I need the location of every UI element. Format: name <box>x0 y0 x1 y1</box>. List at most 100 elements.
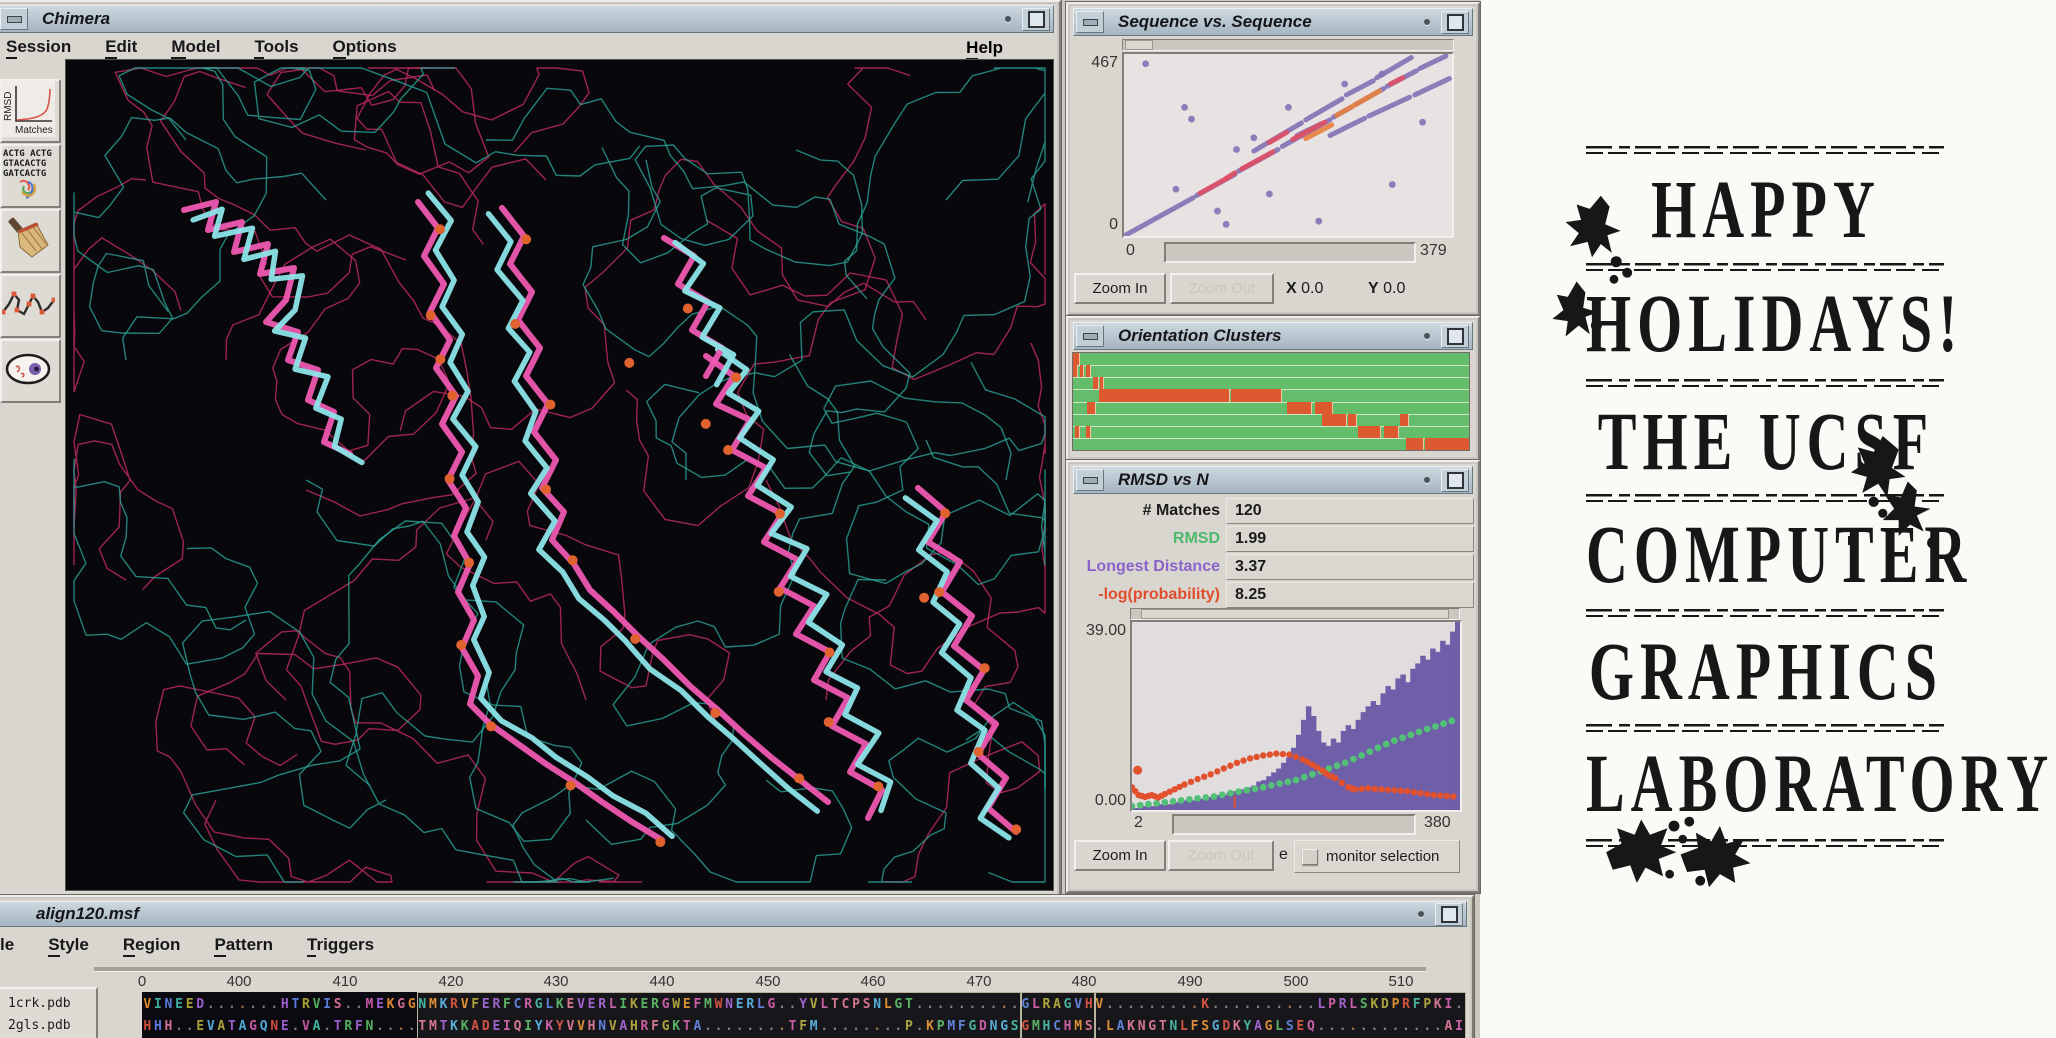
maximize-button[interactable] <box>1441 469 1469 492</box>
x-coord-label: X 0.0 <box>1286 280 1323 298</box>
ruler-label-460: 460 <box>860 973 885 990</box>
window-title: Sequence vs. Sequence <box>1118 12 1312 32</box>
zoom-out-button[interactable]: Zoom Out <box>1168 840 1274 871</box>
molecule-canvas[interactable] <box>65 59 1054 891</box>
minimize-button[interactable] <box>0 8 28 30</box>
x-axis-trough[interactable] <box>1172 814 1416 835</box>
ruler-label-470: 470 <box>966 973 991 990</box>
maximize-button[interactable] <box>1441 11 1469 34</box>
x-max-label: 379 <box>1420 242 1447 260</box>
window-dot-button[interactable] <box>1419 15 1435 29</box>
cluster-bar-segment[interactable] <box>1073 365 1078 377</box>
alignment-region-box-2[interactable] <box>1020 992 1096 1038</box>
sequence-name-2[interactable]: 2gls.pdb <box>8 1018 71 1033</box>
ruler-label-450: 450 <box>755 973 780 990</box>
rmsd-vs-n-window: RMSD vs N # Matches120RMSD1.99Longest Di… <box>1066 460 1480 893</box>
broom-tool-icon[interactable] <box>0 209 61 273</box>
ruler-label-490: 490 <box>1177 973 1202 990</box>
sequence-dotplot[interactable] <box>1122 52 1454 238</box>
ruler-label-480: 480 <box>1071 973 1096 990</box>
stat-label-4: -log(probability) <box>1070 586 1220 604</box>
sequence-alignment-tool-icon[interactable]: ACTG ACTGGTACACTGGATCACTG <box>0 144 61 208</box>
rmsd-titlebar[interactable]: RMSD vs N <box>1073 466 1473 494</box>
maximize-icon <box>1447 328 1464 345</box>
cluster-bar-segment[interactable] <box>1322 414 1347 426</box>
y-coord-label: Y 0.0 <box>1368 280 1405 298</box>
minimize-button[interactable] <box>1076 11 1104 33</box>
y-min-label: 0 <box>1084 216 1118 234</box>
holly-icon <box>1548 190 1658 340</box>
minimize-button[interactable] <box>1076 469 1104 491</box>
chimera-menubar: Session Edit Model Tools Options <box>6 35 431 59</box>
rmsd-plot-tool-icon[interactable]: RMSDMatches <box>0 79 61 143</box>
scroll-thumb[interactable] <box>1125 40 1153 50</box>
menu-style[interactable]: Style <box>48 935 89 955</box>
cluster-bars[interactable] <box>1072 352 1470 451</box>
cluster-bar-segment[interactable] <box>1075 426 1080 438</box>
window-dot-button[interactable] <box>1413 907 1429 921</box>
alignment-region-box-3[interactable] <box>1094 992 1466 1038</box>
x-axis-trough[interactable] <box>1164 242 1416 263</box>
backbone-trace-tool-icon[interactable] <box>0 274 61 338</box>
chimera-window: Chimera Session Edit Model Tools Options Hel… <box>0 0 1061 902</box>
align-menubar: le Style Region Pattern Triggers <box>0 933 408 957</box>
zoom-out-button[interactable]: Zoom Out <box>1170 273 1274 304</box>
cluster-bar-segment[interactable] <box>1086 365 1091 377</box>
cluster-bar-segment[interactable] <box>1425 438 1470 450</box>
maximize-button[interactable] <box>1435 903 1463 926</box>
zoom-in-button[interactable]: Zoom In <box>1074 840 1166 871</box>
window-dot-button[interactable] <box>1419 329 1435 343</box>
menu-triggers[interactable]: Triggers <box>307 935 374 955</box>
cluster-bar-segment[interactable] <box>1406 438 1425 450</box>
menu-le[interactable]: le <box>0 935 14 955</box>
cluster-bar-segment[interactable] <box>1400 414 1409 426</box>
menu-pattern[interactable]: Pattern <box>214 935 273 955</box>
dotplot-h-scrollbar[interactable] <box>1122 39 1454 51</box>
cluster-bar-segment[interactable] <box>1287 402 1312 414</box>
menu-session[interactable]: Session <box>6 37 71 57</box>
minimize-button[interactable] <box>1076 325 1104 347</box>
menu-options[interactable]: Options <box>333 37 397 57</box>
cluster-bar-segment[interactable] <box>1358 426 1381 438</box>
monitor-selection-checkbox[interactable] <box>1302 849 1318 865</box>
rmsd-histogram-plot[interactable] <box>1130 620 1462 812</box>
menu-tools[interactable]: Tools <box>254 37 298 57</box>
card-line-5: GRAPHICS <box>1586 624 1946 719</box>
rmsd-h-scrollbar[interactable] <box>1130 608 1460 620</box>
alignment-region-box-1[interactable] <box>417 992 1022 1038</box>
window-dot-button[interactable] <box>1000 12 1016 26</box>
window-dot-button[interactable] <box>1419 473 1435 487</box>
cluster-bar-segment[interactable] <box>1073 353 1080 365</box>
cluster-bar-segment[interactable] <box>1384 426 1399 438</box>
cluster-bar-segment[interactable] <box>1080 365 1084 377</box>
cluster-bar-segment[interactable] <box>1087 402 1096 414</box>
cluster-bar-segment[interactable] <box>1086 426 1091 438</box>
cluster-bar-segment[interactable] <box>1099 389 1231 401</box>
window-title: Chimera <box>42 9 110 29</box>
ruler-label-0: 0 <box>138 973 146 990</box>
cluster-bar-segment[interactable] <box>1100 377 1104 389</box>
maximize-button[interactable] <box>1022 8 1050 31</box>
menu-help[interactable]: Help <box>966 38 1003 58</box>
maximize-button[interactable] <box>1441 325 1469 348</box>
align-scroll-groove[interactable] <box>94 967 1426 971</box>
alignment-canvas[interactable]: VINEED.......HTRVIS..MEKGGNMKRVFERFCRGLK… <box>142 992 1466 1038</box>
sequence-vs-sequence-window: Sequence vs. Sequence 467 0 0 379 Zoom I… <box>1066 2 1480 316</box>
menu-region[interactable]: Region <box>123 935 181 955</box>
cell-viewer-tool-icon[interactable] <box>0 339 61 403</box>
sequence-name-1[interactable]: 1crk.pdb <box>8 996 71 1011</box>
scroll-thumb[interactable] <box>1141 609 1449 619</box>
seqseq-titlebar[interactable]: Sequence vs. Sequence <box>1073 8 1473 36</box>
cluster-bar-segment[interactable] <box>1093 377 1099 389</box>
cluster-bar-segment[interactable] <box>1231 389 1282 401</box>
maximize-icon <box>1441 906 1458 923</box>
ruler-label-430: 430 <box>543 973 568 990</box>
align-titlebar[interactable]: align120.msf <box>0 901 1467 927</box>
menu-model[interactable]: Model <box>171 37 220 57</box>
zoom-in-button[interactable]: Zoom In <box>1074 273 1166 304</box>
clusters-titlebar[interactable]: Orientation Clusters <box>1073 322 1473 350</box>
menu-edit[interactable]: Edit <box>105 37 137 57</box>
cluster-bar-segment[interactable] <box>1348 414 1357 426</box>
chimera-titlebar[interactable]: Chimera <box>0 5 1054 33</box>
cluster-bar-segment[interactable] <box>1315 402 1334 414</box>
